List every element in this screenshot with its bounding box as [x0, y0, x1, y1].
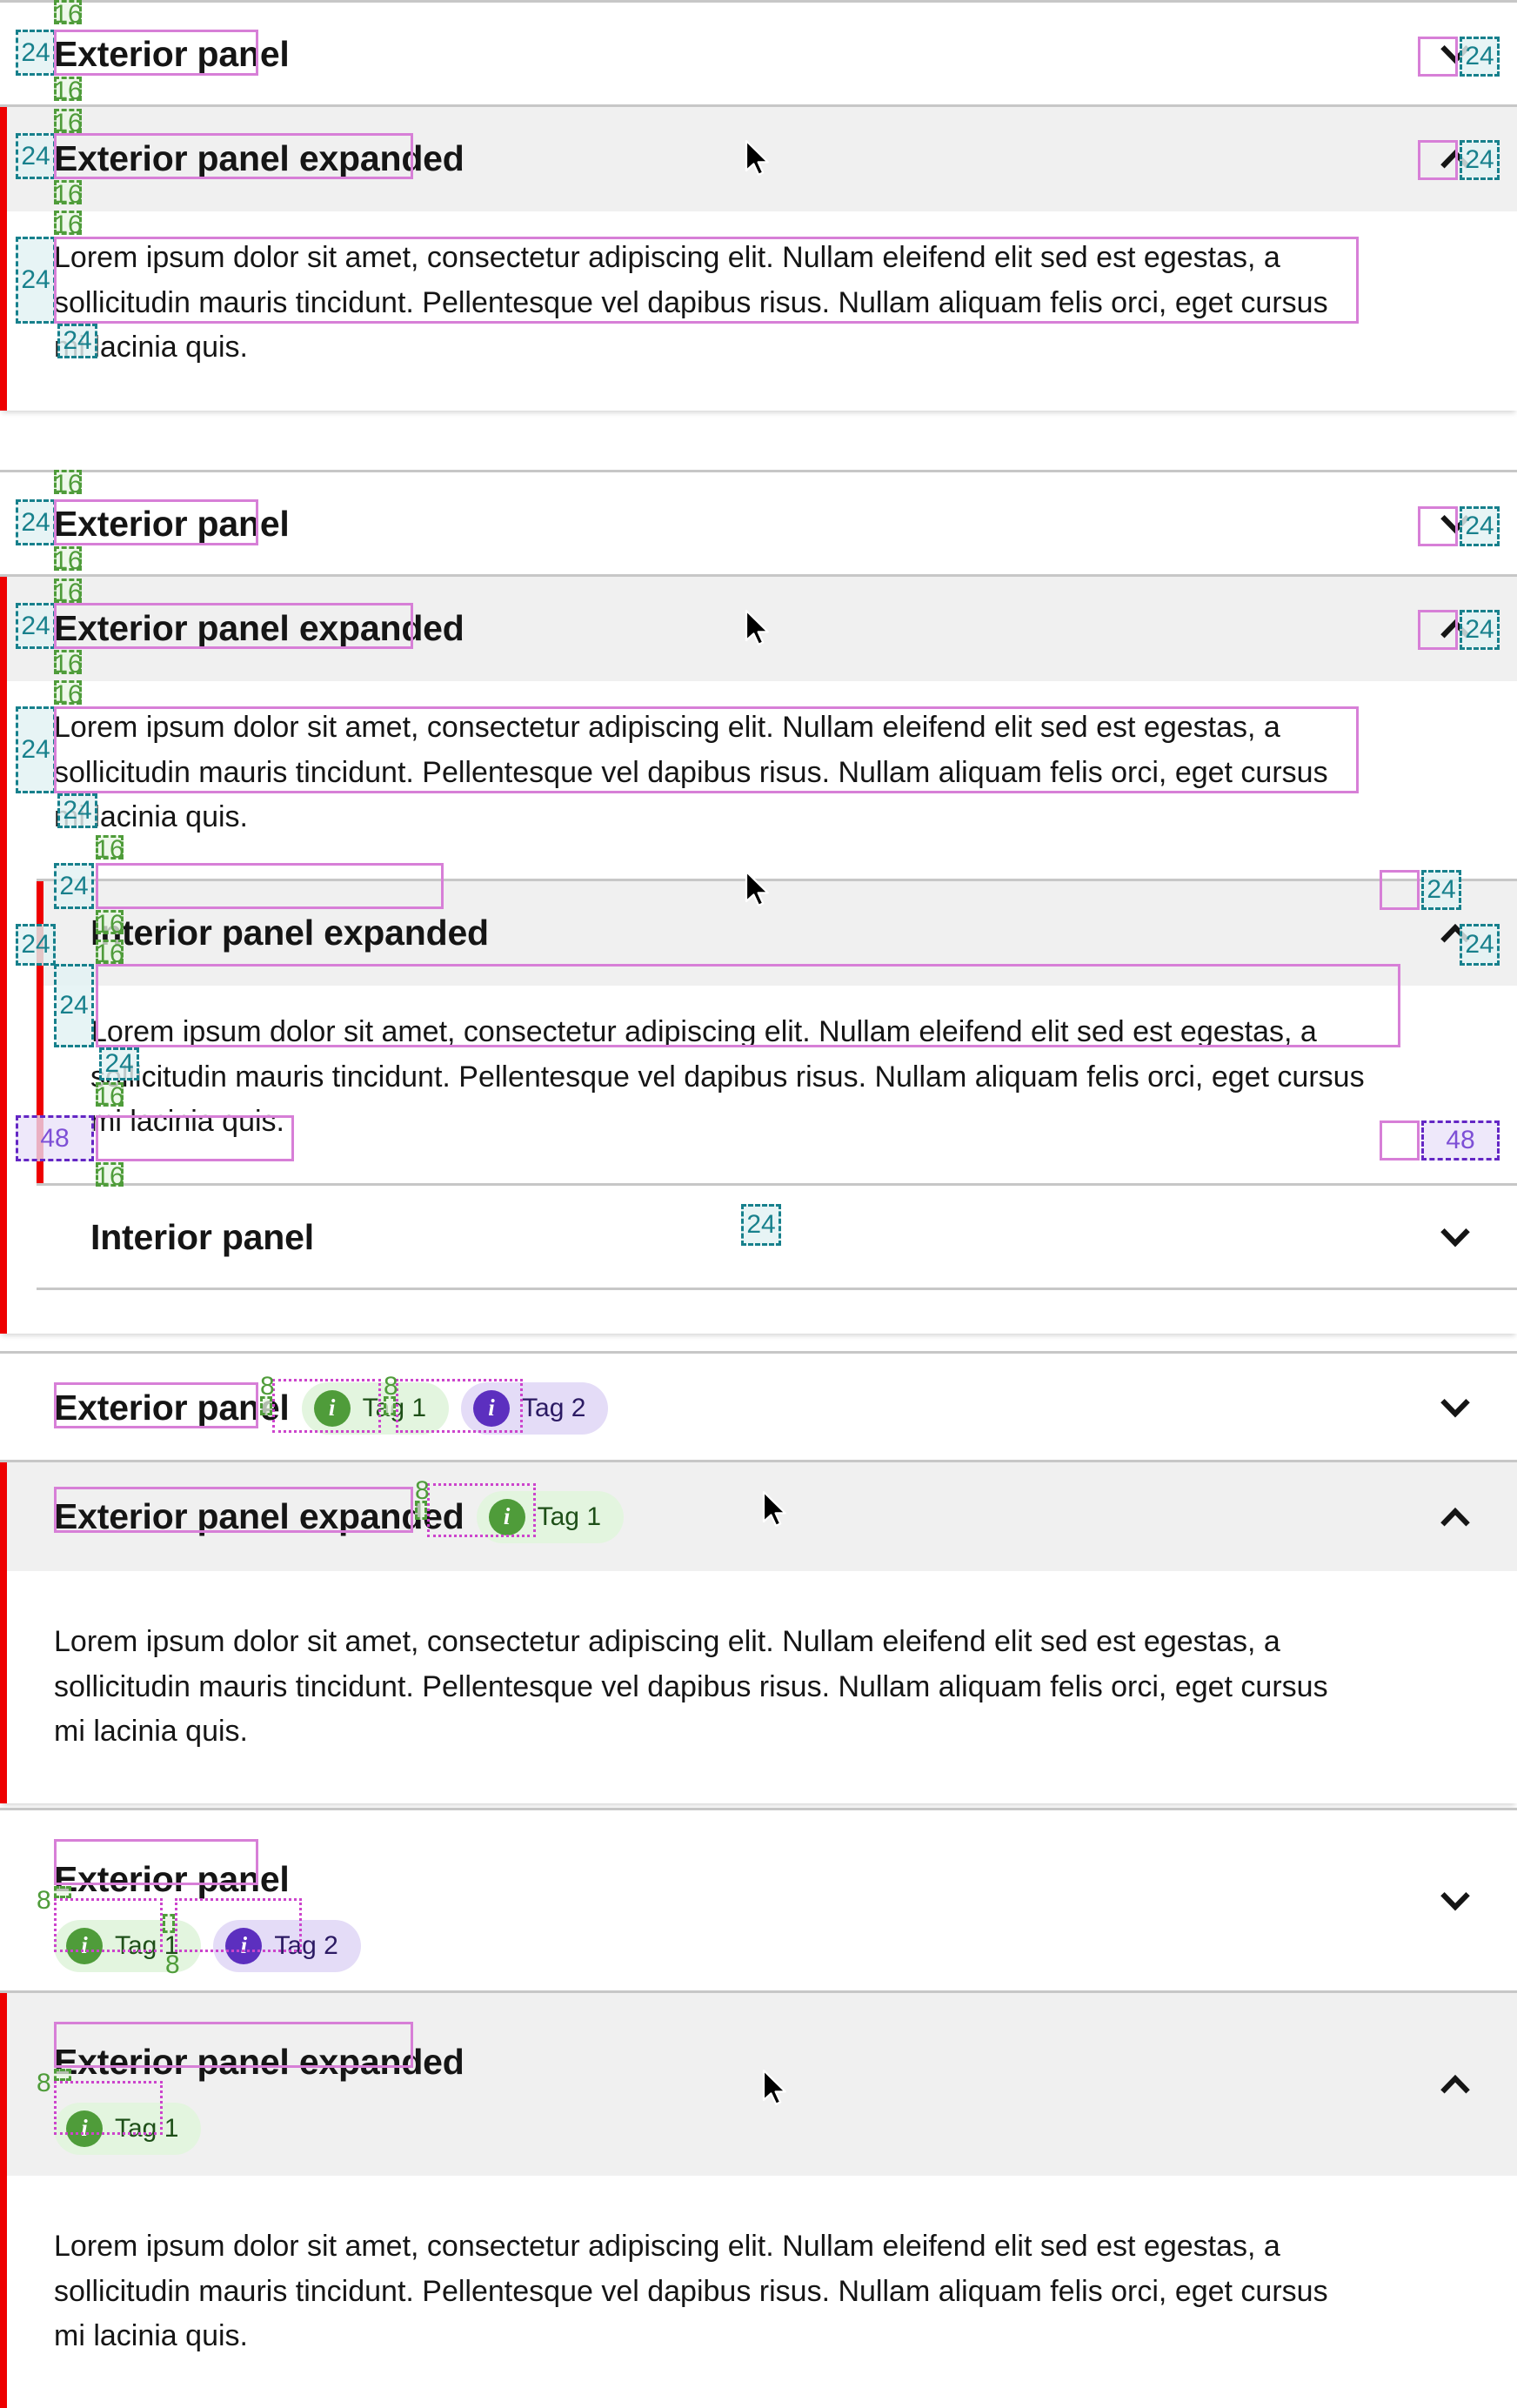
panel-title: Exterior panel expanded	[54, 1495, 464, 1536]
panel-title: Exterior panel expanded	[54, 2042, 464, 2083]
info-icon: i	[66, 2110, 103, 2147]
tag-label: Tag 2	[522, 1393, 586, 1422]
accordion-panel-collapsed[interactable]: Exterior panel	[0, 0, 1517, 104]
chevron-up-icon[interactable]	[1428, 2057, 1482, 2111]
accordion-panel-collapsed[interactable]: Exterior panel i Tag 1 i Tag 2	[0, 1808, 1517, 1990]
tag-chip[interactable]: i Tag 1	[54, 2102, 202, 2155]
panel-accent-bar	[0, 1993, 7, 2408]
panel-title: Exterior panel	[54, 1387, 290, 1428]
panel-header[interactable]: Interior panel expanded	[37, 881, 1517, 987]
panel-body-text: Lorem ipsum dolor sit amet, consectetur …	[54, 2230, 1328, 2353]
info-icon: i	[313, 1389, 351, 1427]
spacing-annotation-8: 8	[37, 2069, 51, 2097]
interior-panel-group: Interior panel expanded Lorem ipsum dolo…	[0, 840, 1517, 1291]
panel-accent-bar	[0, 1462, 7, 1804]
tag-chip[interactable]: i Tag 1	[301, 1381, 450, 1435]
section-panels-with-stacked-tags: Exterior panel i Tag 1 i Tag 2 Exterior …	[0, 1808, 1517, 2408]
accordion-panel-expanded[interactable]: Exterior panel expanded Lorem ipsum dolo…	[0, 574, 1517, 1334]
panel-body-text: Lorem ipsum dolor sit amet, consectetur …	[54, 711, 1328, 834]
info-icon: i	[488, 1498, 525, 1535]
interior-panel-collapsed[interactable]: Interior panel	[37, 1183, 1517, 1288]
chevron-down-icon[interactable]	[1428, 498, 1482, 552]
tag-chip[interactable]: i Tag 1	[476, 1490, 624, 1543]
panel-body-text: Lorem ipsum dolor sit amet, consectetur …	[54, 1625, 1328, 1749]
accordion-panel-collapsed[interactable]: Exterior panel i Tag 1 i Tag 2	[0, 1351, 1517, 1460]
chevron-up-icon[interactable]	[1428, 132, 1482, 186]
chevron-down-icon[interactable]	[1428, 1211, 1482, 1265]
panel-accent-bar	[0, 577, 7, 1334]
info-icon: i	[66, 1927, 103, 1964]
tag-label: Tag 1	[115, 2113, 179, 2143]
panel-header[interactable]: Exterior panel i Tag 1 i Tag 2	[0, 1354, 1517, 1462]
section-nested-interior-panels: Exterior panel Exterior panel expanded L…	[0, 470, 1517, 1334]
accordion-panel-collapsed[interactable]: Exterior panel	[0, 470, 1517, 574]
panel-header[interactable]: Exterior panel i Tag 1 i Tag 2	[0, 1810, 1517, 1993]
panel-title: Exterior panel expanded	[54, 608, 464, 649]
panel-accent-bar	[37, 881, 43, 1184]
panel-header[interactable]: Exterior panel expanded i Tag 1	[0, 1462, 1517, 1571]
chevron-up-icon[interactable]	[1428, 1490, 1482, 1544]
tag-label: Tag 1	[537, 1502, 601, 1531]
spacing-annotation-8: 8	[260, 1372, 275, 1401]
accordion-panel-expanded[interactable]: Exterior panel expanded Lorem ipsum dolo…	[0, 104, 1517, 411]
panel-body: Lorem ipsum dolor sit amet, consectetur …	[0, 211, 1517, 411]
panel-header[interactable]: Interior panel	[37, 1186, 1517, 1290]
panel-header[interactable]: Exterior panel	[0, 3, 1517, 107]
panel-header[interactable]: Exterior panel expanded i Tag 1	[0, 1993, 1517, 2176]
accordion-panel-expanded[interactable]: Exterior panel expanded i Tag 1 Lorem ip…	[0, 1990, 1517, 2408]
chevron-down-icon[interactable]	[1428, 1381, 1482, 1435]
panel-body: Lorem ipsum dolor sit amet, consectetur …	[0, 2176, 1517, 2408]
panel-header[interactable]: Exterior panel expanded	[0, 107, 1517, 211]
panel-body: Lorem ipsum dolor sit amet, consectetur …	[0, 1571, 1517, 1804]
tag-label: Tag 2	[274, 1930, 338, 1960]
panel-body-text: Lorem ipsum dolor sit amet, consectetur …	[54, 241, 1328, 365]
interior-panel-expanded[interactable]: Interior panel expanded Lorem ipsum dolo…	[37, 879, 1517, 1184]
panel-accent-bar	[0, 107, 7, 411]
panel-body: Lorem ipsum dolor sit amet, consectetur …	[37, 986, 1517, 1184]
accordion-panel-expanded[interactable]: Exterior panel expanded i Tag 1 Lorem ip…	[0, 1460, 1517, 1804]
panel-header[interactable]: Exterior panel expanded	[0, 577, 1517, 681]
chevron-down-icon[interactable]	[1428, 1875, 1482, 1929]
panel-body-text: Lorem ipsum dolor sit amet, consectetur …	[90, 1015, 1365, 1139]
spacing-annotation-8: 8	[37, 1886, 51, 1915]
panel-title: Exterior panel	[54, 34, 290, 75]
tag-row: i Tag 1	[54, 2102, 202, 2155]
tag-chip[interactable]: i Tag 2	[461, 1381, 609, 1435]
spacing-annotation-8: 8	[415, 1476, 430, 1505]
panel-title: Interior panel expanded	[90, 913, 489, 953]
spacing-annotation-8: 8	[165, 1950, 180, 1979]
chevron-up-icon[interactable]	[1428, 906, 1482, 960]
panel-title: Exterior panel	[54, 504, 290, 545]
spacing-annotation-8: 8	[384, 1372, 398, 1401]
info-icon: i	[225, 1927, 263, 1964]
chevron-up-icon[interactable]	[1428, 602, 1482, 656]
section-exterior-panel-basic: Exterior panel Exterior panel expanded L…	[0, 0, 1517, 411]
panel-title: Interior panel	[90, 1217, 314, 1258]
chevron-down-icon[interactable]	[1428, 28, 1482, 82]
tag-chip[interactable]: i Tag 2	[213, 1919, 361, 1972]
info-icon: i	[473, 1389, 511, 1427]
panel-body: Lorem ipsum dolor sit amet, consectetur …	[0, 681, 1517, 841]
panel-title: Exterior panel	[54, 1859, 290, 1900]
panel-header[interactable]: Exterior panel	[0, 472, 1517, 577]
section-panels-with-inline-tags: Exterior panel i Tag 1 i Tag 2 Exterior …	[0, 1351, 1517, 1804]
panel-title: Exterior panel expanded	[54, 138, 464, 179]
tag-row: i Tag 1 i Tag 2	[54, 1919, 361, 1972]
